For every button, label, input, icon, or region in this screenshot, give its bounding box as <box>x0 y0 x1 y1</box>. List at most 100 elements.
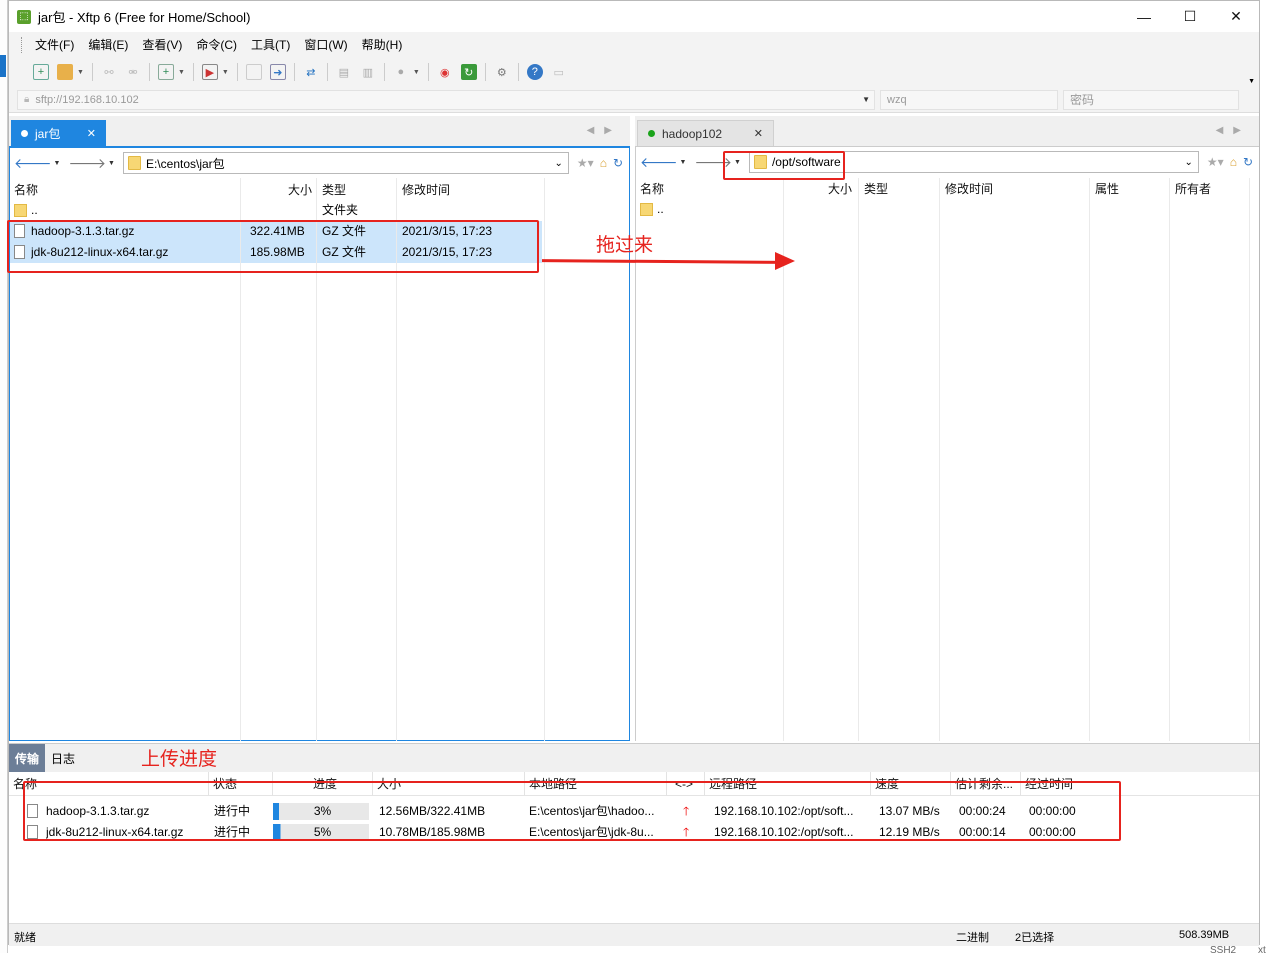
toolbar-separator <box>236 63 238 81</box>
col-size[interactable]: 大小 <box>241 178 316 200</box>
chevron-down-icon[interactable]: ⌄ <box>1185 157 1193 168</box>
globe-icon[interactable]: ● <box>393 64 409 80</box>
toolbar-overflow-icon[interactable]: ▼ <box>1248 78 1255 85</box>
caret-icon[interactable]: ▼ <box>680 159 687 166</box>
password-input[interactable]: 密码 <box>1063 89 1239 110</box>
toolbar-separator <box>148 63 150 81</box>
xftp-window: ⬚ jar包 - Xftp 6 (Free for Home/School) —… <box>7 0 1260 946</box>
status-bar: 就绪 二进制 2已选择 508.39MB <box>9 923 1259 946</box>
toolbar-separator <box>484 63 486 81</box>
paste-icon[interactable]: ▥ <box>360 64 376 80</box>
host-value: sftp://192.168.10.102 <box>35 93 139 106</box>
tab-log[interactable]: 日志 <box>45 744 81 772</box>
menu-help[interactable]: 帮助(H) <box>355 36 410 53</box>
toolbar-separator <box>517 63 519 81</box>
local-path-input[interactable]: E:\centos\jar包 ⌄ <box>122 152 569 174</box>
connected-dot-icon <box>648 130 655 137</box>
sync-arrows-icon[interactable]: ⇄ <box>303 64 319 80</box>
col-modified[interactable]: 修改时间 <box>398 178 544 200</box>
caret-icon[interactable]: ▼ <box>77 69 84 76</box>
parent-folder-row[interactable]: .. 文件夹 <box>10 200 629 221</box>
menu-edit[interactable]: 编辑(E) <box>81 36 135 53</box>
tab-transfer[interactable]: 传输 <box>9 744 46 772</box>
tab-scroll-arrows-icon[interactable]: ◀▶ <box>1216 125 1251 136</box>
back-arrow-icon[interactable]: 🡐 <box>640 154 678 171</box>
caret-icon[interactable]: ▼ <box>178 69 185 76</box>
taskbar-ssh-label: SSH2 <box>1210 945 1237 953</box>
tab-label: jar包 <box>35 126 61 141</box>
col-type[interactable]: 类型 <box>860 177 940 199</box>
home-icon[interactable]: ⌂ <box>600 156 607 170</box>
tab-status-dot <box>21 129 28 137</box>
minimize-button[interactable]: — <box>1121 1 1167 32</box>
caret-icon[interactable]: ▼ <box>54 160 61 167</box>
forward-arrow-icon[interactable]: 🡒 <box>68 155 106 172</box>
local-file-header: 名称 大小 类型 修改时间 <box>10 178 629 200</box>
caret-icon[interactable]: ▼ <box>108 160 115 167</box>
parent-type: 文件夹 <box>322 203 359 217</box>
col-owner[interactable]: 所有者 <box>1171 177 1251 199</box>
caret-icon[interactable]: ▼ <box>413 69 420 76</box>
copy-icon[interactable]: ▤ <box>336 64 352 80</box>
background-terminal-strip <box>0 0 8 953</box>
parent-name: .. <box>657 202 664 216</box>
close-tab-icon[interactable]: ✕ <box>87 127 96 140</box>
disconnect-icon[interactable]: ⚮ <box>125 64 141 80</box>
new-window-icon[interactable]: + <box>157 64 174 80</box>
back-arrow-icon[interactable]: 🡐 <box>14 155 52 172</box>
chevron-down-icon[interactable]: ⌄ <box>555 158 563 169</box>
bookmark-star-icon[interactable]: ★▾ <box>577 156 594 170</box>
connect-icon[interactable]: ⚯ <box>101 64 117 80</box>
tab-remote-hadoop102[interactable]: hadoop102 ✕ <box>637 120 774 146</box>
menu-file[interactable]: 文件(F) <box>28 36 81 53</box>
refresh-icon[interactable]: ↻ <box>613 156 623 170</box>
column-divider <box>1169 178 1170 741</box>
open-folder-icon[interactable] <box>57 64 73 80</box>
title-bar: ⬚ jar包 - Xftp 6 (Free for Home/School) —… <box>9 1 1259 32</box>
menu-view[interactable]: 查看(V) <box>135 36 189 53</box>
tab-scroll-arrows-icon[interactable]: ◀▶ <box>587 125 622 136</box>
parent-folder-row[interactable]: .. <box>636 199 1259 220</box>
annotation-upload-label: 上传进度 <box>141 749 218 770</box>
col-name[interactable]: 名称 <box>10 178 240 200</box>
refresh-icon[interactable]: ↻ <box>1243 155 1253 169</box>
gear-icon[interactable]: ⚙ <box>494 64 510 80</box>
menu-tools[interactable]: 工具(T) <box>244 36 297 53</box>
column-divider <box>1249 178 1250 741</box>
bookmark-star-icon[interactable]: ★▾ <box>1207 155 1224 169</box>
remote-file-header: 名称 大小 类型 修改时间 属性 所有者 <box>636 177 1259 199</box>
host-input[interactable]: 🔒︎ sftp://192.168.10.102 ▼ <box>17 89 875 110</box>
toolbar-separator <box>91 63 93 81</box>
caret-icon[interactable]: ▼ <box>222 69 229 76</box>
file-panes: jar包 ✕ ◀▶ 🡐 ▼ 🡒 ▼ E:\centos\jar包 ⌄ ★▾ ⌂ … <box>7 116 1259 741</box>
remote-tab-bar: hadoop102 ✕ ◀▶ <box>635 116 1259 146</box>
help-icon[interactable]: ? <box>526 64 543 80</box>
col-type[interactable]: 类型 <box>318 178 396 200</box>
play-icon[interactable]: ▶ <box>201 64 218 80</box>
menu-window[interactable]: 窗口(W) <box>297 36 354 53</box>
col-attributes[interactable]: 属性 <box>1091 177 1171 199</box>
username-input[interactable]: wzq <box>880 89 1058 110</box>
close-tab-icon[interactable]: ✕ <box>754 127 763 140</box>
dropdown-arrow-icon[interactable]: ▼ <box>862 95 870 104</box>
document-icon[interactable] <box>245 64 262 80</box>
chat-icon[interactable]: ▭ <box>551 64 567 80</box>
close-button[interactable]: ✕ <box>1213 1 1259 32</box>
new-session-icon[interactable]: + <box>33 64 49 80</box>
window-title: jar包 - Xftp 6 (Free for Home/School) <box>38 10 251 25</box>
xshell-icon[interactable]: ◉ <box>437 64 453 80</box>
maximize-button[interactable]: ☐ <box>1167 1 1213 32</box>
menu-bar: 文件(F) 编辑(E) 查看(V) 命令(C) 工具(T) 窗口(W) 帮助(H… <box>9 32 1259 57</box>
col-name[interactable]: 名称 <box>636 177 784 199</box>
col-size[interactable]: 大小 <box>784 177 856 199</box>
tab-local-jar[interactable]: jar包 ✕ <box>11 120 106 146</box>
home-icon[interactable]: ⌂ <box>1230 155 1237 169</box>
status-size: 508.39MB <box>1179 929 1230 941</box>
xftp-icon[interactable]: ↻ <box>460 64 477 80</box>
col-modified[interactable]: 修改时间 <box>941 177 1091 199</box>
folder-icon <box>127 156 141 170</box>
column-divider <box>1089 178 1090 741</box>
transfer-file-icon[interactable]: ➜ <box>269 64 286 80</box>
menu-command[interactable]: 命令(C) <box>189 36 244 53</box>
column-divider <box>544 178 545 741</box>
